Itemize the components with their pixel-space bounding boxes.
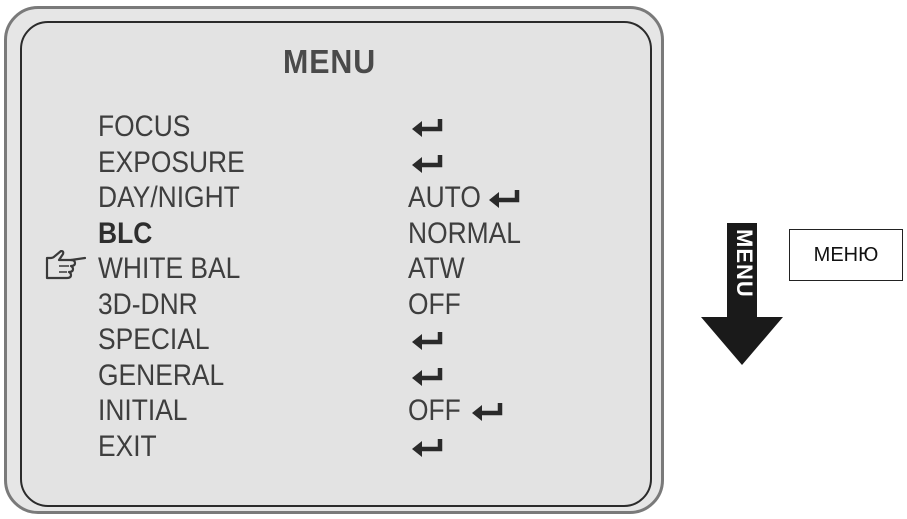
menu-item-general[interactable]: GENERAL: [98, 359, 568, 393]
enter-return-icon: [412, 119, 443, 137]
menu-item-label: SPECIAL: [98, 323, 210, 356]
pointing-hand-cursor-icon: [45, 250, 87, 280]
menu-caption: МЕНЮ: [789, 229, 903, 281]
menu-item-label: FOCUS: [98, 110, 191, 143]
menu-arrow-text: MENU: [732, 229, 757, 298]
menu-item-label: 3D-DNR: [98, 287, 198, 321]
menu-item-label: WHITE BAL: [98, 252, 241, 285]
menu-item-value: NORMAL: [408, 216, 521, 250]
menu-item-value: ATW: [408, 252, 465, 285]
enter-return-icon: [472, 403, 503, 421]
enter-return-icon: [412, 154, 443, 173]
menu-item-exposure[interactable]: EXPOSURE: [98, 146, 568, 180]
menu-item-value: OFF: [408, 287, 461, 321]
menu-item-label: EXIT: [98, 429, 157, 463]
enter-return-icon: [412, 332, 443, 350]
menu-item-label: INITIAL: [98, 394, 188, 427]
menu-item-initial[interactable]: INITIAL OFF: [98, 394, 568, 428]
menu-item-value: OFF: [408, 394, 461, 427]
menu-title: MENU: [283, 43, 377, 80]
menu-item-label: DAY/NIGHT: [98, 181, 240, 214]
menu-item-label: GENERAL: [98, 358, 225, 392]
menu-item-label: BLC: [98, 216, 153, 250]
enter-return-icon: [412, 367, 443, 386]
menu-item-white-bal[interactable]: WHITE BAL ATW: [98, 252, 568, 286]
menu-item-day-night[interactable]: DAY/NIGHT AUTO: [98, 181, 568, 215]
menu-item-focus[interactable]: FOCUS: [98, 110, 568, 144]
menu-item-value: AUTO: [408, 181, 481, 214]
down-arrow-icon[interactable]: MENU: [695, 221, 787, 367]
menu-item-exit[interactable]: EXIT: [98, 430, 568, 464]
menu-item-3d-dnr[interactable]: 3D-DNR OFF: [98, 288, 568, 322]
menu-item-special[interactable]: SPECIAL: [98, 323, 568, 357]
menu-item-blc[interactable]: BLC NORMAL: [98, 217, 568, 251]
enter-return-icon: [412, 438, 443, 457]
enter-return-icon: [489, 190, 520, 208]
menu-item-label: EXPOSURE: [98, 145, 245, 179]
